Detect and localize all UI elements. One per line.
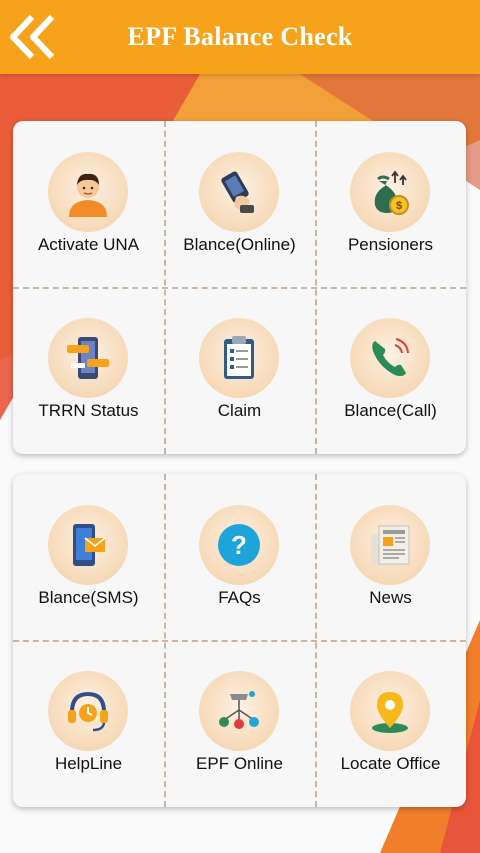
pensioners-button[interactable]: $ Pensioners [315, 121, 466, 287]
locate-office-button[interactable]: Locate Office [315, 640, 466, 806]
app-header: EPF Balance Check [0, 0, 480, 74]
clipboard-icon [224, 336, 254, 379]
money-bag-icon: $ [374, 170, 409, 215]
balance-sms-label: Blance(SMS) [38, 588, 139, 607]
services-card-2: Blance(SMS) ? FAQs News HelpLine EPF Onl… [13, 474, 466, 807]
activate-una-label: Activate UNA [37, 235, 140, 254]
trrn-status-button[interactable]: TRRN Status [13, 287, 164, 453]
balance-online-button[interactable]: Blance(Online) [164, 121, 315, 287]
headset-icon [68, 691, 108, 732]
claim-button[interactable]: Claim [164, 287, 315, 453]
person-icon [69, 173, 107, 217]
news-button[interactable]: News [315, 474, 466, 640]
balance-call-button[interactable]: Blance(Call) [315, 287, 466, 453]
activate-una-button[interactable]: Activate UNA [13, 121, 164, 287]
faqs-label: FAQs [218, 588, 261, 607]
locate-office-label: Locate Office [340, 754, 441, 773]
sms-icon [73, 524, 106, 566]
balance-online-label: Blance(Online) [183, 235, 296, 254]
claim-label: Claim [217, 401, 262, 420]
svg-text:$: $ [396, 200, 402, 212]
question-icon: ? [218, 524, 260, 566]
news-label: News [369, 588, 412, 607]
trrn-status-label: TRRN Status [38, 401, 139, 420]
faqs-button[interactable]: ? FAQs [164, 474, 315, 640]
helpline-button[interactable]: HelpLine [13, 640, 164, 806]
page-title: EPF Balance Check [127, 22, 353, 51]
newspaper-icon [371, 525, 410, 566]
location-pin-icon [372, 692, 408, 733]
balance-call-label: Blance(Call) [344, 401, 437, 420]
epf-online-button[interactable]: EPF Online [164, 640, 315, 806]
helpline-label: HelpLine [54, 754, 123, 773]
svg-text:?: ? [231, 530, 247, 560]
services-card-1: Activate UNA Blance(Online) $ Pensioners [13, 121, 466, 454]
epf-online-label: EPF Online [196, 754, 283, 773]
phone-hand-icon [221, 171, 254, 213]
phone-call-icon [372, 338, 409, 377]
pensioners-label: Pensioners [347, 235, 434, 254]
network-icon [219, 691, 259, 729]
mobile-status-icon [67, 337, 109, 379]
balance-sms-button[interactable]: Blance(SMS) [13, 474, 164, 640]
